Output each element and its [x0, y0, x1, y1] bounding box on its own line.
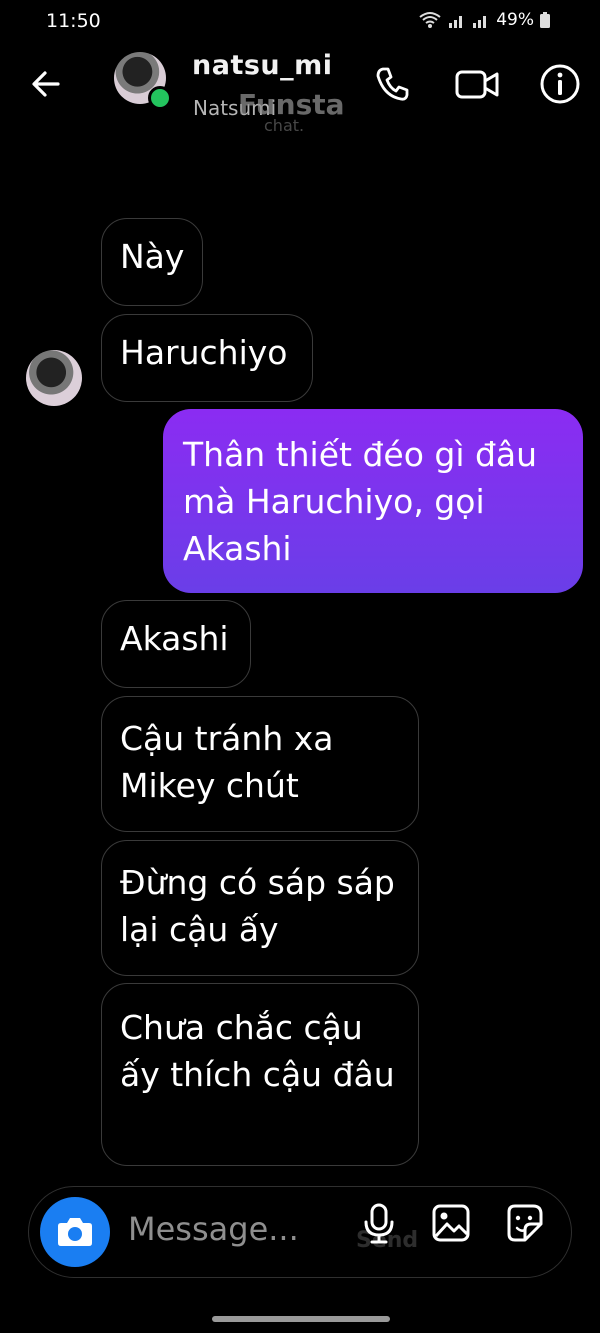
wifi-icon — [419, 12, 441, 28]
message-bubble-incoming[interactable]: Akashi — [101, 600, 251, 688]
chat-header: natsu_mi Natsumi Funsta chat. — [0, 44, 600, 135]
video-camera-icon[interactable] — [454, 64, 500, 104]
home-indicator[interactable] — [212, 1316, 390, 1322]
signal-icon-2 — [473, 16, 487, 28]
battery-percent: 49% — [496, 10, 534, 30]
status-time: 11:50 — [46, 10, 101, 32]
phone-icon[interactable] — [372, 64, 412, 104]
message-bubble-outgoing[interactable]: Thân thiết đéo gì đâu mà Haruchiyo, gọi … — [163, 409, 583, 593]
message-text: Đừng có sáp sáp lại cậu ấy — [120, 863, 395, 949]
info-icon[interactable] — [538, 62, 582, 106]
message-text: Akashi — [120, 619, 229, 658]
camera-button[interactable] — [40, 1197, 110, 1267]
message-bubble-incoming[interactable]: Cậu tránh xa Mikey chút — [101, 696, 419, 832]
message-bubble-incoming[interactable]: Chưa chắc cậu ấy thích cậu đâu — [101, 983, 419, 1166]
message-text: Thân thiết đéo gì đâu mà Haruchiyo, gọi … — [183, 435, 538, 568]
message-text: Haruchiyo — [120, 333, 288, 372]
battery-icon — [540, 12, 550, 28]
watermark-sub: chat. — [264, 116, 305, 135]
status-bar: 11:50 49% — [0, 0, 600, 44]
online-indicator — [148, 86, 172, 110]
message-input[interactable]: Message... — [128, 1210, 299, 1248]
message-bubble-incoming[interactable]: Đừng có sáp sáp lại cậu ấy — [101, 840, 419, 976]
message-bubble-incoming[interactable]: Này — [101, 218, 203, 306]
message-text: Cậu tránh xa Mikey chút — [120, 719, 334, 805]
microphone-icon[interactable] — [358, 1202, 400, 1244]
message-text: Chưa chắc cậu ấy thích cậu đâu — [120, 1008, 395, 1094]
sender-avatar[interactable] — [26, 350, 82, 406]
message-bubble-incoming[interactable]: Haruchiyo — [101, 314, 313, 402]
signal-icon — [449, 16, 463, 28]
status-icons: 49% — [418, 10, 550, 30]
image-icon[interactable] — [430, 1202, 472, 1244]
sticker-icon[interactable] — [503, 1202, 545, 1244]
arrow-left-icon[interactable] — [28, 66, 64, 102]
username[interactable]: natsu_mi — [192, 50, 333, 81]
camera-icon — [58, 1218, 92, 1246]
message-text: Này — [120, 237, 185, 276]
